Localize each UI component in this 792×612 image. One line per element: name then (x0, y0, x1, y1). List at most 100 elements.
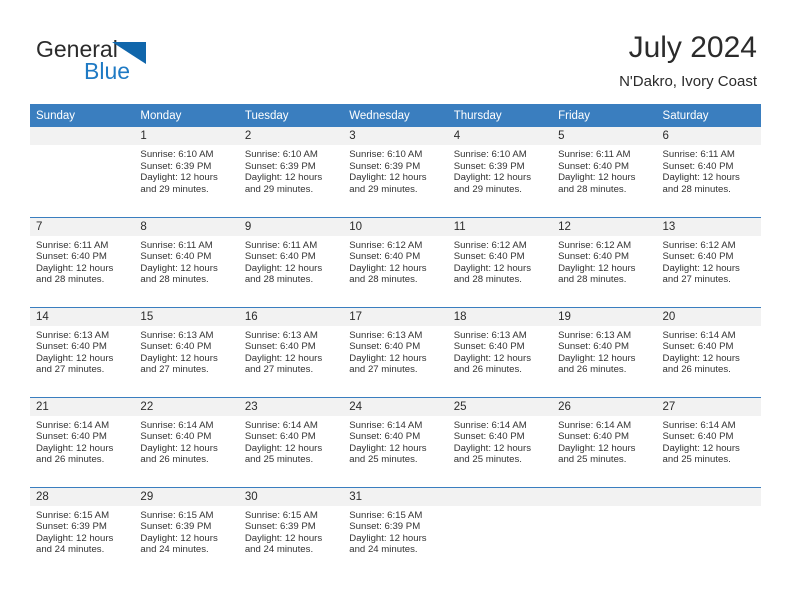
sunrise-text: Sunrise: 6:14 AM (453, 419, 527, 431)
daylight-text-line1: Daylight: 12 hours (349, 262, 427, 274)
day-cell[interactable]: 12 Sunrise: 6:12 AM Sunset: 6:40 PM Dayligh… (552, 216, 657, 307)
daylight-text-line2: and 28 minutes. (140, 274, 209, 286)
day-number (447, 487, 553, 506)
sunrise-text: Sunrise: 6:14 AM (140, 419, 214, 431)
daylight-text-line1: Daylight: 12 hours (36, 352, 114, 364)
sunrise-text: Sunrise: 6:10 AM (140, 149, 214, 160)
day-number: 16 (238, 307, 344, 326)
daylight-text-line1: Daylight: 12 hours (453, 172, 532, 184)
day-details: Sunrise: 6:14 AM Sunset: 6:40 PM Daylight:… (343, 416, 447, 466)
day-cell[interactable]: 4 Sunrise: 6:10 AM Sunset: 6:39 PM Daylight… (447, 127, 553, 217)
sunrise-text: Sunrise: 6:14 AM (36, 419, 110, 431)
day-number: 9 (238, 217, 344, 236)
daylight-text-line2: and 26 minutes. (558, 364, 627, 376)
day-cell[interactable]: 1 Sunrise: 6:10 AM Sunset: 6:39 PM Daylight… (134, 127, 239, 217)
day-cell[interactable] (656, 486, 761, 577)
sunset-text: Sunset: 6:40 PM (453, 341, 525, 353)
sunrise-text: Sunrise: 6:13 AM (244, 329, 318, 341)
sunset-text: Sunset: 6:40 PM (662, 341, 734, 353)
daylight-text-line1: Daylight: 12 hours (662, 172, 740, 184)
day-cell[interactable]: 25 Sunrise: 6:14 AM Sunset: 6:40 PM Dayligh… (447, 396, 553, 487)
day-details: Sunrise: 6:11 AM Sunset: 6:40 PM Daylight:… (30, 236, 134, 286)
calendar-week-row: 28 Sunrise: 6:15 AM Sunset: 6:39 PM Dayligh… (30, 486, 761, 577)
daylight-text-line2: and 29 minutes. (140, 183, 209, 195)
day-details: Sunrise: 6:15 AM Sunset: 6:39 PM Daylight:… (343, 506, 447, 556)
day-cell[interactable]: 17 Sunrise: 6:13 AM Sunset: 6:40 PM Dayligh… (343, 306, 448, 397)
sunrise-text: Sunrise: 6:12 AM (558, 239, 632, 251)
daylight-text-line2: and 29 minutes. (453, 183, 522, 195)
day-cell[interactable] (552, 486, 657, 577)
daylight-text-line1: Daylight: 12 hours (140, 262, 218, 274)
day-cell[interactable]: 5 Sunrise: 6:11 AM Sunset: 6:40 PM Daylight… (552, 127, 657, 217)
day-number: 31 (343, 487, 448, 506)
day-cell[interactable]: 26 Sunrise: 6:14 AM Sunset: 6:40 PM Dayligh… (552, 396, 657, 487)
day-details: Sunrise: 6:11 AM Sunset: 6:40 PM Daylight:… (134, 236, 238, 286)
daylight-text-line1: Daylight: 12 hours (558, 172, 636, 184)
day-details: Sunrise: 6:10 AM Sunset: 6:39 PM Daylight:… (239, 145, 343, 195)
brand-name-blue: Blue (84, 58, 131, 84)
sunset-text: Sunset: 6:39 PM (244, 521, 316, 533)
day-cell[interactable]: 7 Sunrise: 6:11 AM Sunset: 6:40 PM Daylight… (30, 216, 135, 307)
day-cell[interactable]: 30 Sunrise: 6:15 AM Sunset: 6:39 PM Dayligh… (238, 486, 344, 577)
day-number: 12 (552, 217, 657, 236)
day-cell[interactable] (447, 486, 553, 577)
day-cell[interactable]: 22 Sunrise: 6:14 AM Sunset: 6:40 PM Dayligh… (134, 396, 239, 487)
daylight-text-line1: Daylight: 12 hours (558, 442, 636, 454)
day-details: Sunrise: 6:14 AM Sunset: 6:40 PM Daylight:… (239, 416, 343, 466)
day-number: 3 (343, 127, 448, 145)
day-details: Sunrise: 6:13 AM Sunset: 6:40 PM Daylight:… (343, 326, 447, 376)
daylight-text-line2: and 27 minutes. (140, 364, 209, 376)
day-cell[interactable] (30, 127, 135, 217)
day-details: Sunrise: 6:13 AM Sunset: 6:40 PM Daylight:… (134, 326, 238, 376)
daylight-text-line1: Daylight: 12 hours (558, 352, 636, 364)
day-cell[interactable]: 20 Sunrise: 6:14 AM Sunset: 6:40 PM Dayligh… (656, 306, 761, 397)
daylight-text-line2: and 28 minutes. (558, 274, 627, 286)
day-cell[interactable]: 14 Sunrise: 6:13 AM Sunset: 6:40 PM Dayligh… (30, 306, 135, 397)
day-number: 2 (238, 127, 344, 145)
day-details: Sunrise: 6:14 AM Sunset: 6:40 PM Daylight:… (657, 326, 761, 376)
day-cell[interactable]: 31 Sunrise: 6:15 AM Sunset: 6:39 PM Dayligh… (343, 486, 448, 577)
daylight-text-line2: and 28 minutes. (662, 183, 731, 195)
calendar-week-row: 1 Sunrise: 6:10 AM Sunset: 6:39 PM Daylight… (30, 127, 761, 217)
sunset-text: Sunset: 6:39 PM (36, 521, 107, 533)
day-cell[interactable]: 9 Sunrise: 6:11 AM Sunset: 6:40 PM Daylight… (238, 216, 344, 307)
day-cell[interactable]: 21 Sunrise: 6:14 AM Sunset: 6:40 PM Dayligh… (30, 396, 135, 487)
daylight-text-line2: and 28 minutes. (244, 274, 314, 286)
day-cell[interactable]: 29 Sunrise: 6:15 AM Sunset: 6:39 PM Dayligh… (134, 486, 239, 577)
day-details: Sunrise: 6:14 AM Sunset: 6:40 PM Daylight:… (134, 416, 238, 466)
brand-logo[interactable]: General Blue (36, 36, 236, 86)
sunrise-text: Sunrise: 6:12 AM (662, 239, 736, 251)
day-cell[interactable]: 27 Sunrise: 6:14 AM Sunset: 6:40 PM Dayligh… (656, 396, 761, 487)
day-number (552, 487, 657, 506)
day-number: 7 (30, 217, 135, 236)
day-cell[interactable]: 24 Sunrise: 6:14 AM Sunset: 6:40 PM Dayligh… (343, 396, 448, 487)
daylight-text-line2: and 27 minutes. (662, 274, 731, 286)
day-cell[interactable]: 8 Sunrise: 6:11 AM Sunset: 6:40 PM Daylight… (134, 216, 239, 307)
day-number: 21 (30, 397, 135, 416)
day-cell[interactable]: 18 Sunrise: 6:13 AM Sunset: 6:40 PM Dayligh… (447, 306, 553, 397)
sunset-text: Sunset: 6:40 PM (662, 160, 734, 172)
sunrise-text: Sunrise: 6:11 AM (140, 239, 213, 251)
day-cell[interactable]: 6 Sunrise: 6:11 AM Sunset: 6:40 PM Daylight… (656, 127, 761, 217)
day-cell[interactable]: 2 Sunrise: 6:10 AM Sunset: 6:39 PM Daylight… (238, 127, 344, 217)
day-details: Sunrise: 6:10 AM Sunset: 6:39 PM Daylight:… (448, 145, 552, 195)
day-cell[interactable]: 13 Sunrise: 6:12 AM Sunset: 6:40 PM Dayligh… (656, 216, 761, 307)
day-cell[interactable]: 19 Sunrise: 6:13 AM Sunset: 6:40 PM Dayligh… (552, 306, 657, 397)
sunrise-text: Sunrise: 6:15 AM (140, 509, 214, 521)
daylight-text-line2: and 24 minutes. (244, 544, 314, 556)
day-cell[interactable]: 10 Sunrise: 6:12 AM Sunset: 6:40 PM Dayligh… (343, 216, 448, 307)
sunset-text: Sunset: 6:39 PM (349, 521, 421, 533)
daylight-text-line1: Daylight: 12 hours (140, 532, 218, 544)
day-cell[interactable]: 15 Sunrise: 6:13 AM Sunset: 6:40 PM Dayligh… (134, 306, 239, 397)
daylight-text-line1: Daylight: 12 hours (140, 172, 218, 184)
day-cell[interactable]: 3 Sunrise: 6:10 AM Sunset: 6:39 PM Daylight… (343, 127, 448, 217)
daylight-text-line2: and 26 minutes. (453, 364, 522, 376)
day-cell[interactable]: 28 Sunrise: 6:15 AM Sunset: 6:39 PM Dayligh… (30, 486, 135, 577)
day-cell[interactable]: 11 Sunrise: 6:12 AM Sunset: 6:40 PM Dayligh… (447, 216, 553, 307)
sunrise-text: Sunrise: 6:14 AM (662, 329, 736, 341)
daylight-text-line2: and 25 minutes. (662, 454, 731, 466)
day-cell[interactable]: 16 Sunrise: 6:13 AM Sunset: 6:40 PM Dayligh… (238, 306, 344, 397)
calendar-header-row: Sunday Monday Tuesday Wednesday Thursday… (30, 104, 761, 127)
day-cell[interactable]: 23 Sunrise: 6:14 AM Sunset: 6:40 PM Dayligh… (238, 396, 344, 487)
daylight-text-line1: Daylight: 12 hours (662, 352, 740, 364)
